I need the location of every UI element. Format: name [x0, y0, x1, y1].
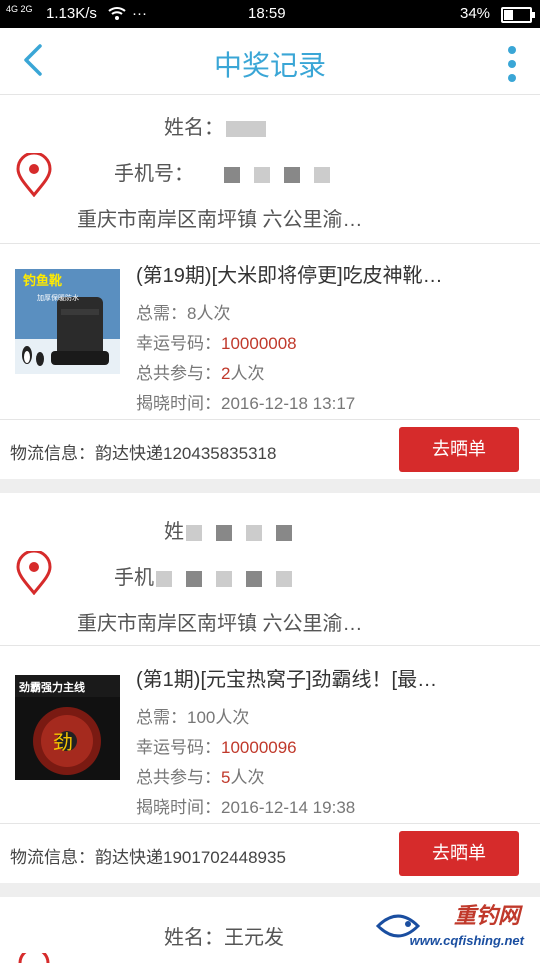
- network-indicator: 4G 2G: [6, 4, 33, 14]
- total-required: 总需：100人次: [136, 708, 250, 727]
- show-order-button[interactable]: 去晒单: [399, 831, 519, 876]
- notification-dots: ···: [132, 5, 147, 22]
- participation-row: 总共参与：5人次: [136, 768, 265, 787]
- lucky-number: 10000096: [221, 738, 297, 757]
- battery-icon: [501, 7, 535, 23]
- divider: [0, 479, 540, 493]
- wifi-icon: [108, 5, 126, 25]
- lucky-number: 10000008: [221, 334, 297, 353]
- more-vertical-icon: [502, 46, 522, 82]
- win-record-card: 姓 手机 重庆市南岸区南坪镇 六公里渝… 劲霸强力主线 劲 (第1期)[元宝热窝…: [0, 495, 540, 883]
- participation-row: 总共参与：2人次: [136, 364, 265, 383]
- clock: 18:59: [248, 5, 286, 22]
- network-speed: 1.13K/s: [46, 5, 97, 22]
- recipient-address: 重庆市南岸区南坪镇 六公里渝…: [77, 209, 363, 231]
- thumb-subtitle: 加厚保暖防水: [37, 293, 79, 302]
- product-thumbnail[interactable]: 劲霸强力主线 劲: [15, 675, 120, 780]
- win-record-card: 姓名： 手机号： 重庆市南岸区南坪镇 六公里渝… 钓鱼靴 加厚保暖防水 (第19…: [0, 95, 540, 479]
- site-watermark: 重钓网 www.cqfishing.net: [374, 903, 534, 954]
- address-section[interactable]: 姓名： 手机号： 重庆市南岸区南坪镇 六公里渝…: [0, 95, 540, 244]
- logistics-section: 物流信息：韵达快递120435835318 去晒单: [0, 419, 540, 479]
- address-section[interactable]: 姓 手机 重庆市南岸区南坪镇 六公里渝…: [0, 495, 540, 646]
- status-bar: 4G 2G 1.13K/s ··· 18:59 34%: [0, 0, 540, 28]
- recipient-phone: 手机号：: [114, 157, 330, 186]
- watermark-brand: 重钓网: [453, 903, 520, 928]
- location-pin-icon: [16, 153, 52, 197]
- watermark-url: www.cqfishing.net: [409, 933, 524, 948]
- page-title: 中奖记录: [213, 50, 326, 81]
- location-pin-icon: [16, 551, 52, 595]
- reveal-time: 揭晓时间：2016-12-14 19:38: [136, 798, 356, 817]
- logistics-section: 物流信息：韵达快递1901702448935 去晒单: [0, 823, 540, 883]
- more-menu-button[interactable]: [502, 40, 522, 84]
- show-order-button[interactable]: 去晒单: [399, 427, 519, 472]
- thumb-title: 钓鱼靴: [23, 273, 62, 289]
- product-title: (第1期)[元宝热窝子]劲霸线！[最…: [136, 669, 438, 691]
- lucky-number-row: 幸运号码：10000096: [136, 738, 297, 757]
- logistics-info: 物流信息：韵达快递1901702448935: [10, 848, 286, 867]
- lucky-number-row: 幸运号码：10000008: [136, 334, 297, 353]
- recipient-name: 姓名：: [164, 111, 266, 140]
- divider: [0, 883, 540, 897]
- recipient-name: 姓: [164, 515, 292, 544]
- product-section[interactable]: 劲霸强力主线 劲 (第1期)[元宝热窝子]劲霸线！[最… 总需：100人次 幸运…: [0, 645, 540, 824]
- product-thumbnail[interactable]: 钓鱼靴 加厚保暖防水: [15, 269, 120, 374]
- logistics-info: 物流信息：韵达快递120435835318: [10, 444, 277, 463]
- total-required: 总需：8人次: [136, 304, 231, 323]
- recipient-phone: 手机: [114, 561, 292, 590]
- thumb-subtitle: 劲: [53, 730, 73, 754]
- battery-percent: 34%: [460, 5, 491, 22]
- product-section[interactable]: 钓鱼靴 加厚保暖防水 (第19期)[大米即将停更]吃皮神靴… 总需：8人次 幸运…: [0, 243, 540, 420]
- location-pin-icon: [18, 953, 50, 963]
- thumb-title: 劲霸强力主线: [19, 680, 85, 694]
- recipient-address: 重庆市南岸区南坪镇 六公里渝…: [77, 613, 363, 635]
- recipient-name: 姓名：王元发: [164, 927, 284, 949]
- reveal-time: 揭晓时间：2016-12-18 13:17: [136, 394, 356, 413]
- product-title: (第19期)[大米即将停更]吃皮神靴…: [136, 265, 443, 287]
- nav-bar: 中奖记录: [0, 28, 540, 95]
